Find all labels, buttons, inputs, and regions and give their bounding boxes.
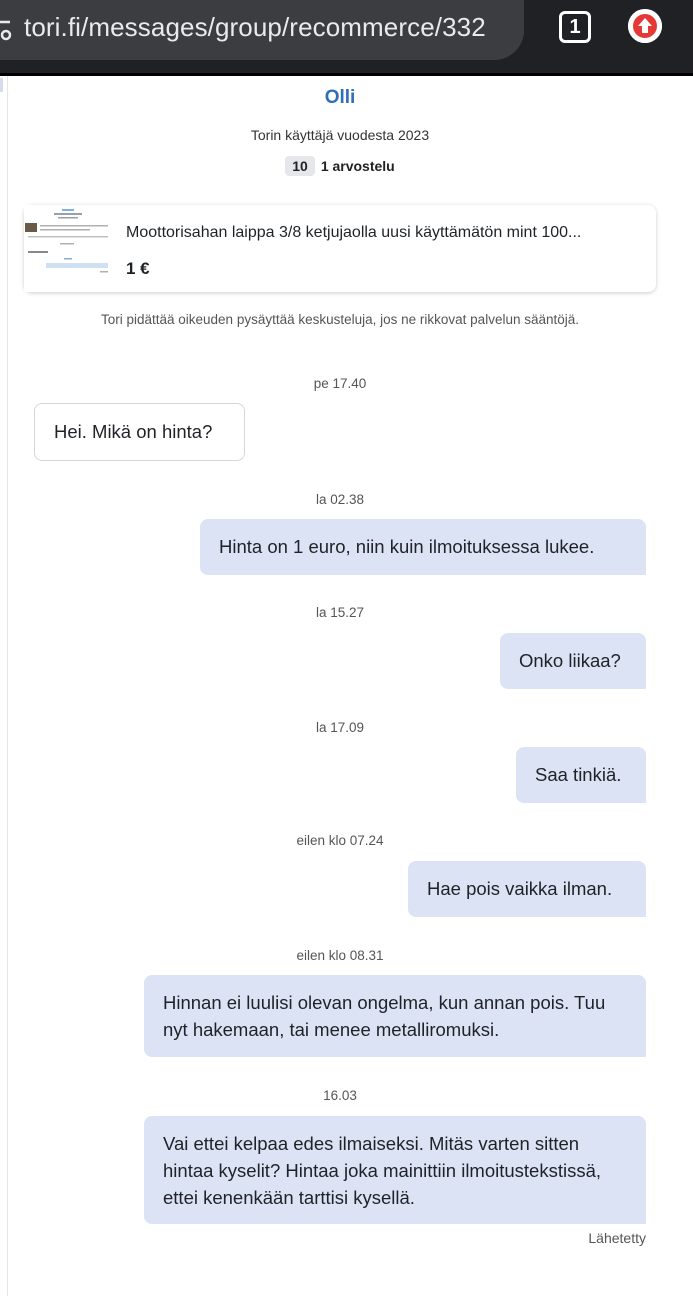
browser-toolbar: tori.fi/messages/group/recommerce/332 1 (0, 0, 693, 76)
message-timestamp: eilen klo 08.31 (296, 948, 384, 963)
url-text[interactable]: tori.fi/messages/group/recommerce/332 (24, 12, 486, 43)
message-timestamp: pe 17.40 (313, 376, 367, 391)
message-timestamp: 16.03 (323, 1088, 357, 1103)
delivery-status: Lähetetty (588, 1230, 646, 1246)
message-bubble-outgoing[interactable]: Hinnan ei luulisi olevan ongelma, kun an… (144, 975, 646, 1057)
tab-switcher-button[interactable]: 1 (559, 11, 591, 43)
listing-title: Moottorisahan laippa 3/8 ketjujaolla uus… (126, 224, 582, 241)
rating-score-badge: 10 (285, 156, 315, 176)
upload-button[interactable] (628, 9, 662, 43)
message-timestamp: la 17.09 (315, 720, 365, 735)
address-bar[interactable]: tori.fi/messages/group/recommerce/332 (0, 0, 524, 60)
left-panel-edge (0, 76, 8, 1296)
member-since: Torin käyttäjä vuodesta 2023 (250, 127, 430, 143)
message-bubble-outgoing[interactable]: Hae pois vaikka ilman. (408, 861, 646, 917)
review-count: 1 arvostelu (320, 158, 395, 174)
arrow-up-icon (628, 9, 662, 43)
url-fade (494, 0, 524, 60)
listing-thumbnail (24, 205, 112, 292)
listing-price: 1 € (126, 259, 150, 278)
tune-icon[interactable] (0, 17, 12, 41)
message-timestamp: eilen klo 07.24 (296, 833, 384, 848)
message-timestamp: la 15.27 (315, 605, 365, 620)
rating-row[interactable]: 10 1 arvostelu (0, 156, 680, 176)
seller-name-link[interactable]: Olli (0, 87, 680, 109)
message-bubble-outgoing[interactable]: Saa tinkiä. (516, 747, 646, 803)
message-bubble-incoming[interactable]: Hei. Mikä on hinta? (34, 403, 245, 461)
message-timestamp: la 02.38 (315, 492, 365, 507)
message-bubble-outgoing[interactable]: Vai ettei kelpaa edes ilmaiseksi. Mitäs … (144, 1116, 646, 1224)
message-bubble-outgoing[interactable]: Onko liikaa? (500, 633, 646, 689)
toolbar-divider (0, 73, 693, 76)
message-bubble-outgoing[interactable]: Hinta on 1 euro, niin kuin ilmoituksessa… (200, 519, 646, 575)
rules-notice: Tori pidättää oikeuden pysäyttää keskust… (100, 312, 580, 327)
listing-card[interactable]: Moottorisahan laippa 3/8 ketjujaolla uus… (24, 205, 656, 292)
